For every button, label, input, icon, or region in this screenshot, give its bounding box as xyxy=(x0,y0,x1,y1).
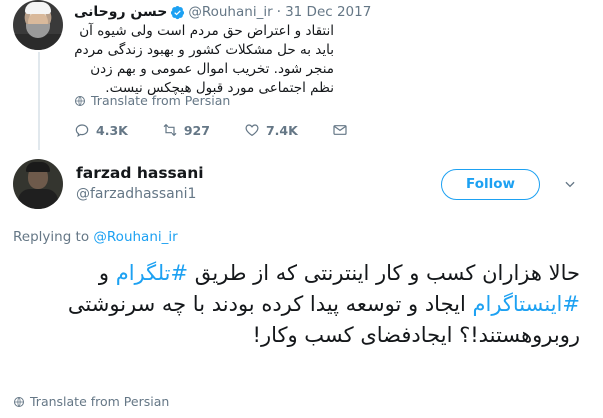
reply-button[interactable]: 4.3K xyxy=(74,122,128,138)
chevron-down-icon[interactable] xyxy=(563,177,577,191)
globe-icon xyxy=(75,95,85,106)
quoted-translate-label: Translate from Persian xyxy=(91,93,231,108)
heart-icon xyxy=(245,124,259,137)
reply-text-part2: و xyxy=(98,261,116,285)
rouhani-avatar[interactable] xyxy=(13,0,63,50)
retweet-count: 927 xyxy=(183,122,210,138)
reply-text-part1: حالا هزاران کسب و کار اینترنتی که از طری… xyxy=(188,261,580,285)
quoted-translate-link[interactable]: Translate from Persian xyxy=(74,93,230,108)
direct-message-button[interactable] xyxy=(332,122,354,138)
follow-button[interactable]: Follow xyxy=(441,169,540,200)
quoted-tweet-actions: 4.3K 927 7.4K xyxy=(74,122,388,138)
farzad-avatar[interactable] xyxy=(13,159,63,209)
reply-translate-link[interactable]: Translate from Persian xyxy=(13,394,169,409)
verified-badge-icon xyxy=(170,5,185,20)
like-button[interactable]: 7.4K xyxy=(244,122,298,138)
separator-dot: · xyxy=(276,4,282,20)
quoted-author-handle[interactable]: @Rouhani_ir xyxy=(188,4,272,20)
reply-count: 4.3K xyxy=(96,122,128,138)
hashtag-instagram[interactable]: #اینستاگرام xyxy=(472,292,580,316)
reply-translate-label: Translate from Persian xyxy=(30,394,170,409)
retweet-button[interactable]: 927 xyxy=(162,122,210,138)
reply-author-name[interactable]: farzad hassani xyxy=(76,164,204,182)
quoted-author-name[interactable]: حسن روحانی xyxy=(74,4,167,20)
replying-to-prefix: Replying to xyxy=(13,229,90,245)
reply-author-handle[interactable]: @farzadhassani1 xyxy=(76,186,196,202)
thread-line xyxy=(38,52,40,150)
reply-icon xyxy=(75,124,89,138)
hashtag-telegram[interactable]: #تلگرام xyxy=(116,261,188,285)
retweet-icon xyxy=(163,123,177,137)
globe-icon xyxy=(14,396,24,407)
quoted-tweet: حسن روحانی @Rouhani_ir · 31 Dec 2017 انت… xyxy=(0,0,603,150)
quoted-tweet-header: حسن روحانی @Rouhani_ir · 31 Dec 2017 xyxy=(74,4,371,20)
like-count: 7.4K xyxy=(265,122,298,138)
envelope-icon xyxy=(333,125,347,135)
quoted-tweet-text: انتقاد و اعتراض حق مردم است ولی شیوه آن … xyxy=(74,23,334,96)
replying-to-link[interactable]: @Rouhani_ir xyxy=(93,229,177,245)
reply-tweet-text: حالا هزاران کسب و کار اینترنتی که از طری… xyxy=(13,258,580,351)
replying-to: Replying to @Rouhani_ir xyxy=(13,229,178,245)
quoted-tweet-date[interactable]: 31 Dec 2017 xyxy=(285,4,371,20)
